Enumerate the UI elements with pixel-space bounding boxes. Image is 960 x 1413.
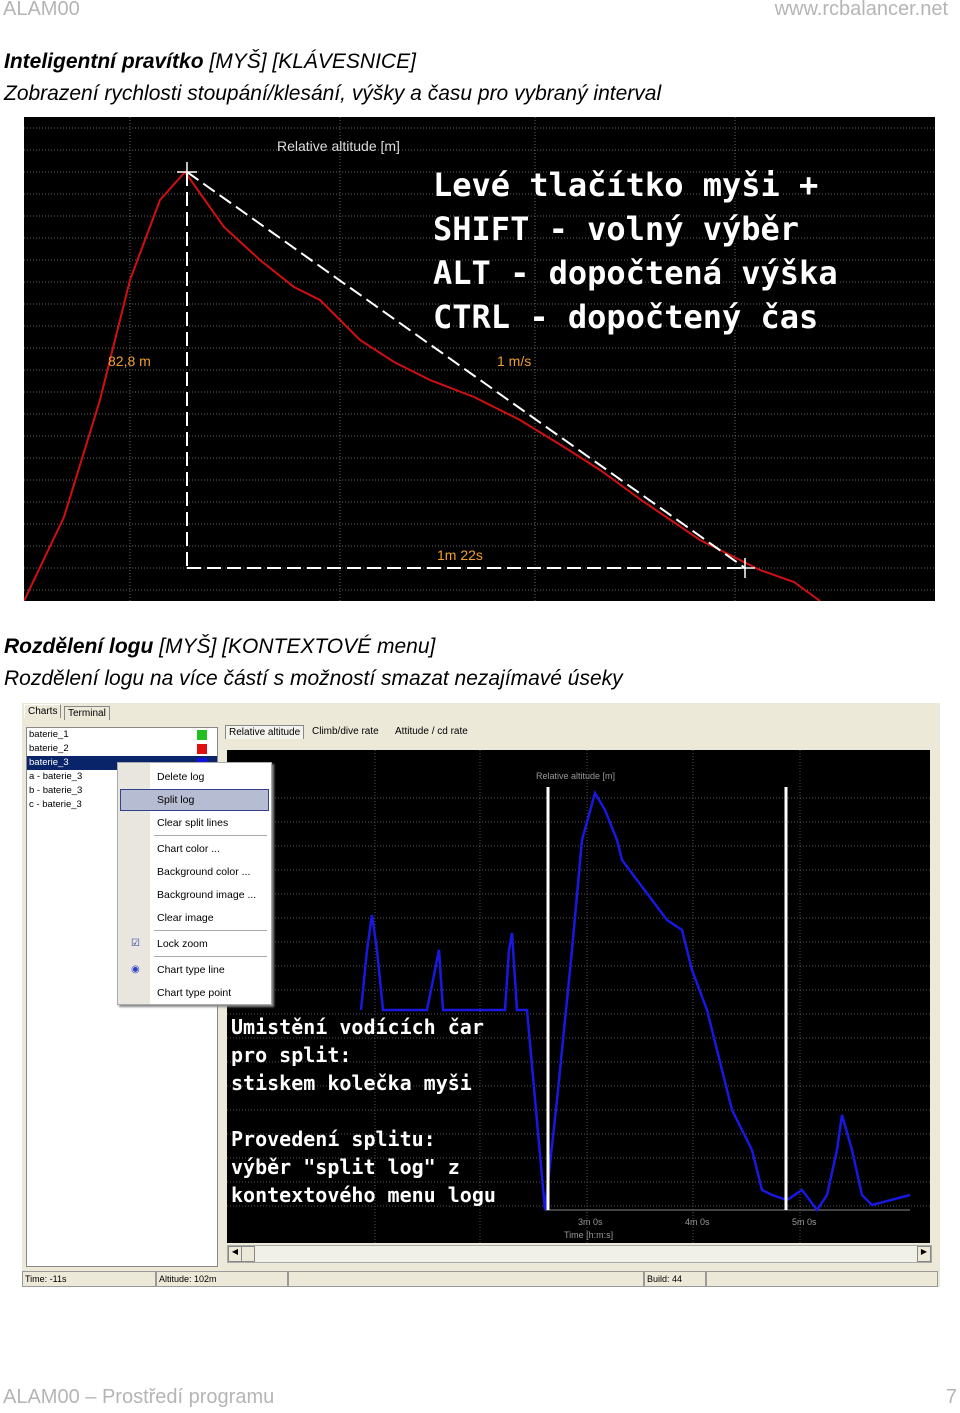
ruler-chart-screenshot: Relative altitude [m] 82,8 m 1 m/s 1m 22… [24, 117, 935, 601]
status-empty-2 [706, 1271, 938, 1287]
log-name: baterie_1 [29, 729, 69, 740]
x-tick-4m: 4m 0s [685, 1217, 710, 1227]
menu-clear-image[interactable]: Clear image [157, 912, 214, 924]
instruction-overlay: Levé tlačítko myši + SHIFT - volný výběr A… [433, 166, 838, 336]
chart-title: Relative altitude [m] [536, 771, 616, 781]
section1-subtitle: Zobrazení rychlosti stoupání/klesání, vý… [4, 82, 662, 105]
log-color-swatch[interactable] [197, 730, 207, 740]
height-label: 82,8 m [108, 353, 151, 369]
time-label: 1m 22s [437, 547, 483, 563]
header-left: ALAM00 [3, 0, 80, 20]
context-menu: Delete log Split log Clear split lines C… [117, 762, 272, 1005]
header-right: www.rcbalancer.net [774, 0, 948, 20]
chart-title: Relative altitude [m] [277, 138, 400, 154]
altitude-chart: Relative altitude [m] 3m 0s 4m 0s 5m 0s … [227, 750, 930, 1243]
document-page: ALAM00 www.rcbalancer.net Inteligentní p… [0, 0, 960, 1413]
app-window: Charts Terminal baterie_1 baterie_2bateri… [22, 703, 940, 1287]
tab-charts[interactable]: Charts [24, 704, 62, 718]
tab-terminal[interactable]: Terminal [64, 706, 110, 720]
menu-chart-type-line[interactable]: Chart type line [157, 964, 225, 976]
log-name: baterie_3 [29, 757, 69, 768]
chart-tab-relative-altitude[interactable]: Relative altitude [225, 725, 305, 739]
menu-lock-zoom[interactable]: Lock zoom [157, 938, 208, 950]
scroll-left-arrow-icon[interactable]: ◀ [228, 1246, 242, 1262]
log-name: c - baterie_3 [29, 799, 82, 810]
scroll-right-arrow-icon[interactable]: ▶ [917, 1246, 931, 1262]
log-item[interactable]: baterie_1 [27, 728, 217, 742]
menu-background-color[interactable]: Background color ... [157, 866, 250, 878]
log-name: a - baterie_3 [29, 771, 83, 782]
status-altitude: Altitude: 102m [156, 1271, 288, 1287]
log-item[interactable]: baterie_2 [27, 742, 217, 756]
log-name: b - baterie_3 [29, 785, 83, 796]
menu-delete-log[interactable]: Delete log [157, 771, 204, 783]
section2-title: Rozdělení logu [MYŠ] [KONTEXTOVÉ menu] [4, 635, 436, 658]
menu-split-log[interactable]: Split log [157, 794, 194, 806]
checkbox-checked-icon: ☑ [131, 938, 140, 949]
status-time: Time: -11s [22, 1271, 156, 1287]
menu-chart-color[interactable]: Chart color ... [157, 843, 220, 855]
chart-tab-attitude-cd-rate[interactable]: Attitude / cd rate [392, 725, 471, 738]
x-tick-3m: 3m 0s [578, 1217, 603, 1227]
status-empty [288, 1271, 644, 1287]
log-color-swatch[interactable] [197, 744, 207, 754]
scroll-thumb[interactable] [241, 1246, 255, 1262]
footer-left: ALAM00 – Prostředí programu [3, 1386, 275, 1408]
section1-title: Inteligentní pravítko [MYŠ] [KLÁVESNICE] [4, 50, 416, 73]
radio-selected-icon: ◉ [131, 964, 140, 975]
log-name: baterie_2 [29, 743, 69, 754]
menu-clear-split-lines[interactable]: Clear split lines [157, 817, 228, 829]
chart-tab-climb-dive-rate[interactable]: Climb/dive rate [309, 725, 382, 738]
menu-chart-type-point[interactable]: Chart type point [157, 987, 231, 999]
menu-background-image[interactable]: Background image ... [157, 889, 256, 901]
split-instructions: Umistění vodících čar pro split: stiskem k… [231, 1015, 496, 1207]
menu-highlight [120, 789, 269, 811]
x-tick-5m: 5m 0s [792, 1217, 817, 1227]
status-build: Build: 44 [644, 1271, 706, 1287]
page-number: 7 [945, 1386, 957, 1408]
rate-label: 1 m/s [497, 353, 532, 369]
section2-subtitle: Rozdělení logu na více částí s možností … [4, 667, 623, 690]
horizontal-scrollbar[interactable]: ◀ ▶ [227, 1245, 932, 1263]
x-axis-label: Time [h:m:s] [564, 1230, 614, 1240]
